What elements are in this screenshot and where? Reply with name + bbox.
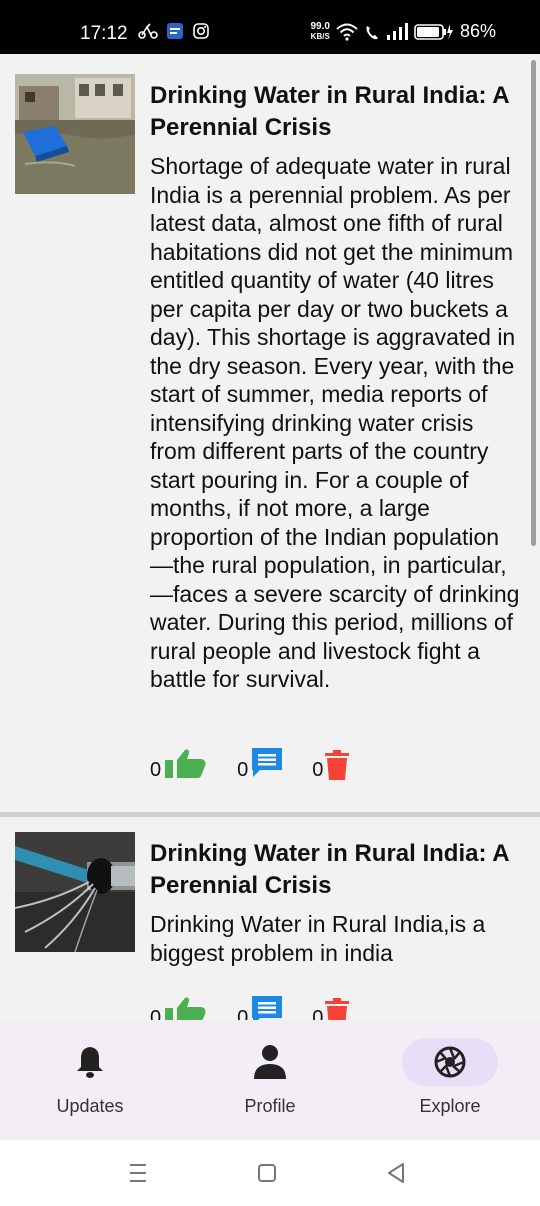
app-notification-icon <box>167 23 183 39</box>
thumbs-up-icon <box>165 749 206 778</box>
comment-button[interactable]: 0 <box>237 746 284 780</box>
camera-aperture-icon <box>434 1046 466 1078</box>
bike-notification-icon <box>138 23 158 39</box>
speed-unit: KB/S <box>310 31 330 41</box>
home-icon[interactable] <box>257 1162 277 1184</box>
delete-count: 0 <box>312 759 324 781</box>
flood-image <box>15 74 135 194</box>
delete-button[interactable]: 0 <box>312 998 350 1020</box>
status-right: 99.0 KB/S 86% <box>311 21 497 42</box>
back-icon[interactable] <box>386 1162 406 1184</box>
battery-percent: 86% <box>459 21 496 41</box>
nav-updates-icon-wrap <box>42 1038 138 1086</box>
signal-icon <box>386 22 408 40</box>
trash-icon <box>325 998 350 1020</box>
nav-explore-label: Explore <box>419 1096 481 1116</box>
instagram-icon <box>193 23 209 39</box>
post-title[interactable]: Drinking Water in Rural India: A Perenni… <box>150 838 520 902</box>
nav-profile-icon-wrap <box>222 1038 318 1086</box>
like-button[interactable]: 0 <box>150 996 209 1020</box>
wifi-icon <box>336 23 358 41</box>
bell-icon <box>77 1047 103 1078</box>
like-count: 0 <box>150 1007 162 1020</box>
card-divider <box>0 812 540 817</box>
post-title[interactable]: Drinking Water in Rural India: A Perenni… <box>150 80 520 144</box>
battery-icon <box>414 23 453 40</box>
scrollbar[interactable] <box>531 60 536 546</box>
status-bar: 17:12 99.0 KB/S 86% <box>0 0 540 54</box>
nav-updates-label: Updates <box>56 1096 124 1116</box>
comment-icon <box>252 748 283 777</box>
bottom-navigation: Updates Profile Explore <box>0 1020 540 1140</box>
network-speed: 99.0 KB/S <box>310 20 330 42</box>
delete-count: 0 <box>312 1007 324 1020</box>
recent-apps-icon[interactable] <box>128 1162 148 1184</box>
post-thumbnail-pipe[interactable] <box>15 832 135 952</box>
feed-list[interactable]: Drinking Water in Rural India: A Perenni… <box>0 54 540 1020</box>
notification-icons <box>138 22 210 40</box>
comment-button[interactable]: 0 <box>237 994 284 1020</box>
leaking-pipe-image <box>15 832 135 952</box>
person-icon <box>254 1045 286 1079</box>
wifi-calling-icon <box>366 25 378 39</box>
nav-updates[interactable]: Updates <box>20 1038 160 1117</box>
status-time: 17:12 <box>80 23 128 44</box>
nav-profile[interactable]: Profile <box>200 1038 340 1117</box>
post-body: Shortage of adequate water in rural Indi… <box>150 153 520 692</box>
like-button[interactable]: 0 <box>150 748 209 780</box>
like-count: 0 <box>150 759 162 781</box>
comment-count: 0 <box>237 759 249 781</box>
thumbs-up-icon <box>165 997 206 1020</box>
post-body: Drinking Water in Rural India,is a bigge… <box>150 911 486 966</box>
comment-count: 0 <box>237 1007 249 1020</box>
nav-profile-label: Profile <box>244 1096 296 1116</box>
post-actions: 0 0 0 <box>150 746 377 780</box>
nav-explore-icon-wrap <box>402 1038 498 1086</box>
delete-button[interactable]: 0 <box>312 750 350 781</box>
nav-explore[interactable]: Explore <box>380 1038 520 1117</box>
post-thumbnail-flood[interactable] <box>15 74 135 194</box>
post-actions: 0 0 0 <box>150 994 377 1020</box>
comment-icon <box>252 996 283 1020</box>
system-navigation-bar <box>0 1140 540 1206</box>
trash-icon <box>325 750 350 780</box>
speed-value: 99.0 <box>310 20 330 32</box>
